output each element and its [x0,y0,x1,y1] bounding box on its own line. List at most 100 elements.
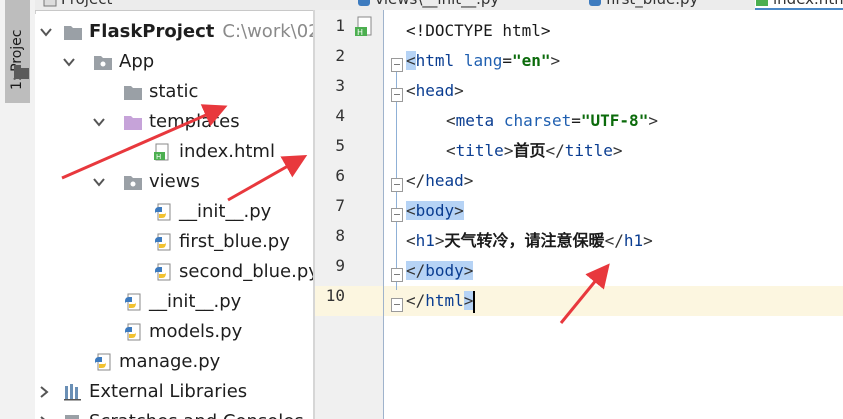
tree-item-label: models.py [149,321,243,342]
tag-bracket: > [550,51,561,70]
equals: = [502,51,512,70]
line-number: 5 [335,136,345,155]
tab-first-blue[interactable]: first_blue.py [588,0,698,10]
code-line: <h1>天气转冷，请注意保暖</h1> [406,226,653,256]
python-file-icon [155,203,171,221]
line-number: 8 [335,226,345,245]
tree-item-static[interactable]: static [35,77,313,107]
html-file-icon[interactable]: H [353,16,375,38]
tab-label: index.html [773,0,843,8]
python-file-icon [357,0,371,7]
tag-bracket: < [406,81,416,100]
chevron-down-icon [93,118,105,127]
scratches-icon [65,415,79,419]
python-file-icon [155,263,171,281]
tag-name: h1 [415,231,435,250]
tag-bracket: > [434,231,445,250]
tag-name: title [564,141,613,160]
tag-bracket: < [406,231,416,250]
heading-text: 天气转冷，请注意保暖 [444,231,605,250]
tree-item-label: __init__.py [179,201,272,222]
tab-views-init[interactable]: views\__init__.py [357,0,499,10]
tag-bracket: < [406,201,416,220]
tag-bracket: > [454,201,464,220]
tree-item-second-blue[interactable]: second_blue.py [35,257,313,287]
line-number: 2 [335,46,345,65]
editor-gutter: 1 2 3 4 5 6 7 8 9 10 H [315,10,384,419]
tag-name: meta [455,111,495,130]
library-icon [64,384,81,401]
python-file-icon [588,0,602,7]
fold-marker-icon[interactable] [391,208,403,222]
tree-item-label: templates [149,111,240,132]
package-folder-icon [124,176,142,190]
tree-item-templates[interactable]: templates [35,107,313,137]
tag-bracket: < [446,111,456,130]
tag-bracket: </ [406,291,426,310]
chevron-down-icon [93,178,105,187]
tree-item-scratches[interactable]: Scratches and Consoles [35,407,313,419]
tree-item-app[interactable]: App [35,47,313,77]
tag-bracket: > [454,81,464,100]
chevron-down-icon [40,28,52,37]
fold-marker-icon[interactable] [391,58,403,72]
project-tool-window-tab[interactable]: 1: Project [5,0,30,103]
tab-project[interactable]: Project [43,0,112,10]
tag-bracket: < [406,51,416,70]
tree-item-views[interactable]: views [35,167,313,197]
tab-label: Project [61,0,112,8]
tag-name: head [425,171,464,190]
tree-item-external-libraries[interactable]: External Libraries [35,377,313,407]
attr-value: "UTF-8" [580,111,649,130]
templates-folder-icon [124,116,142,130]
tag-bracket: </ [545,141,565,160]
tag-name: title [455,141,504,160]
text-caret [473,290,476,313]
tag-name: body [425,261,464,280]
python-file-icon [95,353,111,371]
code-line: </html> [406,286,476,316]
tag-name: html [425,291,464,310]
title-text: 首页 [513,141,546,160]
tree-item-manage[interactable]: manage.py [35,347,313,377]
tree-item-project-root[interactable]: FlaskProject C:\work\02\F [35,17,313,47]
code-editor[interactable]: <!DOCTYPE html> <html lang="en"> <head> … [384,10,843,419]
python-file-icon [125,323,141,341]
tree-item-label: Scratches and Consoles [89,410,304,419]
attr-value: "en" [511,51,551,70]
fold-marker-icon[interactable] [391,268,403,282]
code-line: <head> [406,76,464,106]
line-number: 4 [335,106,345,125]
line-number: 10 [325,286,345,305]
folder-icon [14,65,29,79]
fold-marker-icon[interactable] [391,178,403,192]
project-path: C:\work\02\F [222,21,313,42]
window-icon [43,0,57,7]
tree-item-models[interactable]: models.py [35,317,313,347]
tag-name: body [415,201,455,220]
code-line: </head> [406,166,473,196]
tree-item-label: static [149,81,199,102]
tree-item-app-init[interactable]: __init__.py [35,287,313,317]
tree-item-index-html[interactable]: H index.html [35,137,313,167]
line-number: 1 [335,16,345,35]
tab-index-html[interactable]: index.html [755,0,843,10]
tool-window-strip: 1: Project [0,0,36,419]
tree-item-first-blue[interactable]: first_blue.py [35,227,313,257]
package-folder-icon [94,56,112,70]
code-line: <!DOCTYPE html> [406,16,551,46]
fold-marker-icon[interactable] [391,298,403,312]
line-number: 3 [335,76,345,95]
code-line: <body> [406,196,464,226]
equals: = [571,111,581,130]
project-name: FlaskProject [89,21,215,42]
html-file-icon [755,0,769,7]
tree-item-views-init[interactable]: __init__.py [35,197,313,227]
line-number: 6 [335,166,345,185]
tree-item-label: App [119,51,155,72]
fold-marker-icon[interactable] [391,88,403,102]
chevron-right-icon [40,386,49,398]
line-number: 9 [335,256,345,275]
chevron-down-icon [63,58,75,67]
